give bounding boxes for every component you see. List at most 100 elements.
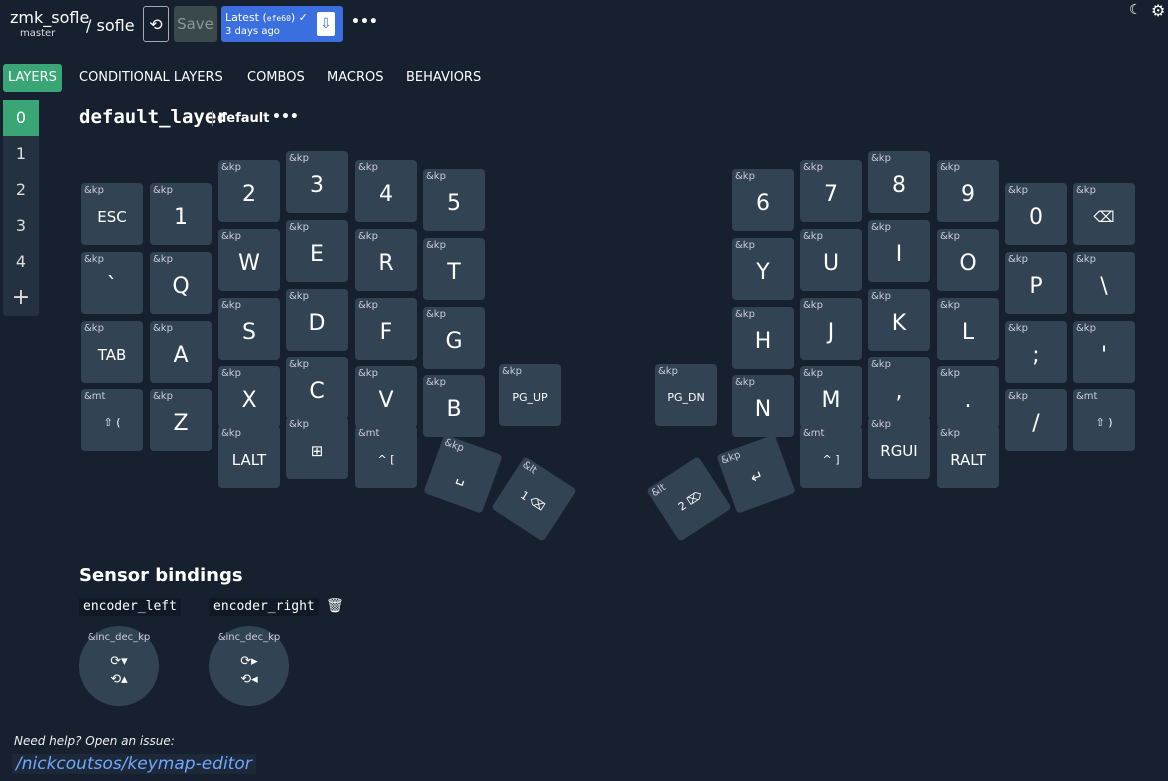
keyboard-name[interactable]: / sofle	[86, 16, 135, 35]
encoder-right-knob[interactable]: &inc_dec_kp ⟳▸ ⟲◂	[209, 626, 289, 706]
encoder-left-knob[interactable]: &inc_dec_kp ⟳▾ ⟲▴	[79, 626, 159, 706]
key[interactable]: &kp L	[937, 298, 999, 360]
key[interactable]: &kp R	[355, 229, 417, 291]
key-behavior: &kp	[658, 366, 678, 377]
key[interactable]: &kp \	[1073, 252, 1135, 314]
key[interactable]: &kp ⌫	[1073, 183, 1135, 245]
github-link[interactable]: /nickcoutsos/keymap-editor	[12, 754, 256, 774]
more-menu-button[interactable]: •••	[351, 14, 378, 30]
tab-conditional-layers[interactable]: CONDITIONAL LAYERS	[74, 64, 228, 92]
key[interactable]: &kp RGUI	[868, 417, 930, 479]
key[interactable]: &kp Z	[150, 389, 212, 451]
key[interactable]: &kp ⊞	[286, 417, 348, 479]
key[interactable]: &kp,	[868, 357, 930, 419]
key[interactable]: &kp PG_DN	[655, 364, 717, 426]
key-behavior: &mt	[1076, 391, 1098, 402]
key[interactable]: &kp E	[286, 220, 348, 282]
key[interactable]: &kp J	[800, 298, 862, 360]
key[interactable]: &kp U	[800, 229, 862, 291]
key[interactable]: &kp B	[423, 375, 485, 437]
key[interactable]: &kp 8	[868, 151, 930, 213]
key[interactable]: &kp 6	[732, 169, 794, 231]
key-param: W	[238, 251, 260, 276]
save-button[interactable]: Save	[174, 6, 217, 42]
tab-combos[interactable]: COMBOS	[242, 64, 310, 92]
branch-name[interactable]: master	[20, 28, 55, 39]
layer-item[interactable]: 2	[3, 172, 39, 208]
key[interactable]: &kp 3	[286, 151, 348, 213]
key[interactable]: &kp I	[868, 220, 930, 282]
key-behavior: &kp	[153, 254, 173, 265]
layer-item[interactable]: 4	[3, 244, 39, 280]
key[interactable]: &kp K	[868, 289, 930, 351]
key-behavior: &kp	[426, 377, 446, 388]
key[interactable]: &kp H	[732, 307, 794, 369]
key[interactable]: &kp 2	[218, 160, 280, 222]
key[interactable]: &mt ^ [	[355, 426, 417, 488]
key[interactable]: &kp 1	[150, 183, 212, 245]
key[interactable]: &kp LALT	[218, 426, 280, 488]
tab-layers[interactable]: LAYERS	[3, 64, 62, 92]
key[interactable]: &kp S	[218, 298, 280, 360]
key[interactable]: &kp Q	[150, 252, 212, 314]
encoder-left-label: encoder_left	[79, 598, 181, 616]
key[interactable]: &kp C	[286, 357, 348, 419]
key[interactable]: &kp 4	[355, 160, 417, 222]
layer-item[interactable]: 0	[3, 100, 39, 136]
moon-icon[interactable]: ☾	[1129, 2, 1142, 18]
key[interactable]: &kp /	[1005, 389, 1067, 451]
key[interactable]: &kp Y	[732, 238, 794, 300]
key[interactable]: &kp O	[937, 229, 999, 291]
tab-macros[interactable]: MACROS	[322, 64, 388, 92]
layer-item[interactable]: 3	[3, 208, 39, 244]
key[interactable]: &kp 7	[800, 160, 862, 222]
key-behavior: &kp	[84, 254, 104, 265]
key[interactable]: &kp T	[423, 238, 485, 300]
key[interactable]: &lt 2 ⌦	[646, 456, 732, 542]
key-behavior: &kp	[289, 291, 309, 302]
key[interactable]: &kp G	[423, 307, 485, 369]
add-layer-button[interactable]: +	[3, 280, 39, 316]
key[interactable]: &kp V	[355, 366, 417, 428]
layer-more-button[interactable]: •••	[272, 109, 299, 125]
key[interactable]: &kp X	[218, 366, 280, 428]
key[interactable]: &kp 5	[423, 169, 485, 231]
key[interactable]: &kp A	[150, 321, 212, 383]
key-behavior: &kp	[871, 222, 891, 233]
key[interactable]: &mt ⇧ (	[81, 389, 143, 451]
key[interactable]: &kp.	[937, 366, 999, 428]
key[interactable]: &kp TAB	[81, 321, 143, 383]
key[interactable]: &kp ESC	[81, 183, 143, 245]
key-param: RGUI	[880, 442, 918, 460]
refresh-button[interactable]: ⟲	[143, 6, 169, 42]
download-icon[interactable]: ⇩	[317, 12, 335, 36]
gear-icon[interactable]: ⚙	[1151, 1, 1165, 20]
key[interactable]: &kp;	[1005, 321, 1067, 383]
key[interactable]: &kp D	[286, 289, 348, 351]
key[interactable]: &kp RALT	[937, 426, 999, 488]
key[interactable]: &kp 0	[1005, 183, 1067, 245]
key[interactable]: &kp `	[81, 252, 143, 314]
key[interactable]: &kp 9	[937, 160, 999, 222]
repo-name[interactable]: zmk_sofle	[10, 10, 89, 26]
key[interactable]: &kp P	[1005, 252, 1067, 314]
key[interactable]: &mt ⇧ )	[1073, 389, 1135, 451]
key[interactable]: &kp M	[800, 366, 862, 428]
layer-item[interactable]: 1	[3, 136, 39, 172]
key[interactable]: &lt 1 ⌫	[491, 456, 577, 542]
cw-icon: ⟳▾	[110, 654, 128, 669]
key[interactable]: &kp '	[1073, 321, 1135, 383]
key[interactable]: &kp F	[355, 298, 417, 360]
tab-behaviors[interactable]: BEHAVIORS	[401, 64, 486, 92]
layer-title[interactable]: default_layer	[79, 106, 228, 128]
key[interactable]: &mt ^ ]	[800, 426, 862, 488]
key-behavior: &kp	[221, 231, 241, 242]
key-behavior: &kp	[84, 185, 104, 196]
key[interactable]: &kp N	[732, 375, 794, 437]
key[interactable]: &kp ␣	[423, 434, 503, 514]
latest-commit-button[interactable]: Latest (efe60) ✓ 3 days ago ⇩	[221, 6, 343, 42]
key[interactable]: &kp W	[218, 229, 280, 291]
key[interactable]: &kp PG_UP	[499, 364, 561, 426]
trash-icon[interactable]: 🗑	[326, 598, 344, 614]
key-param: D	[308, 311, 326, 336]
